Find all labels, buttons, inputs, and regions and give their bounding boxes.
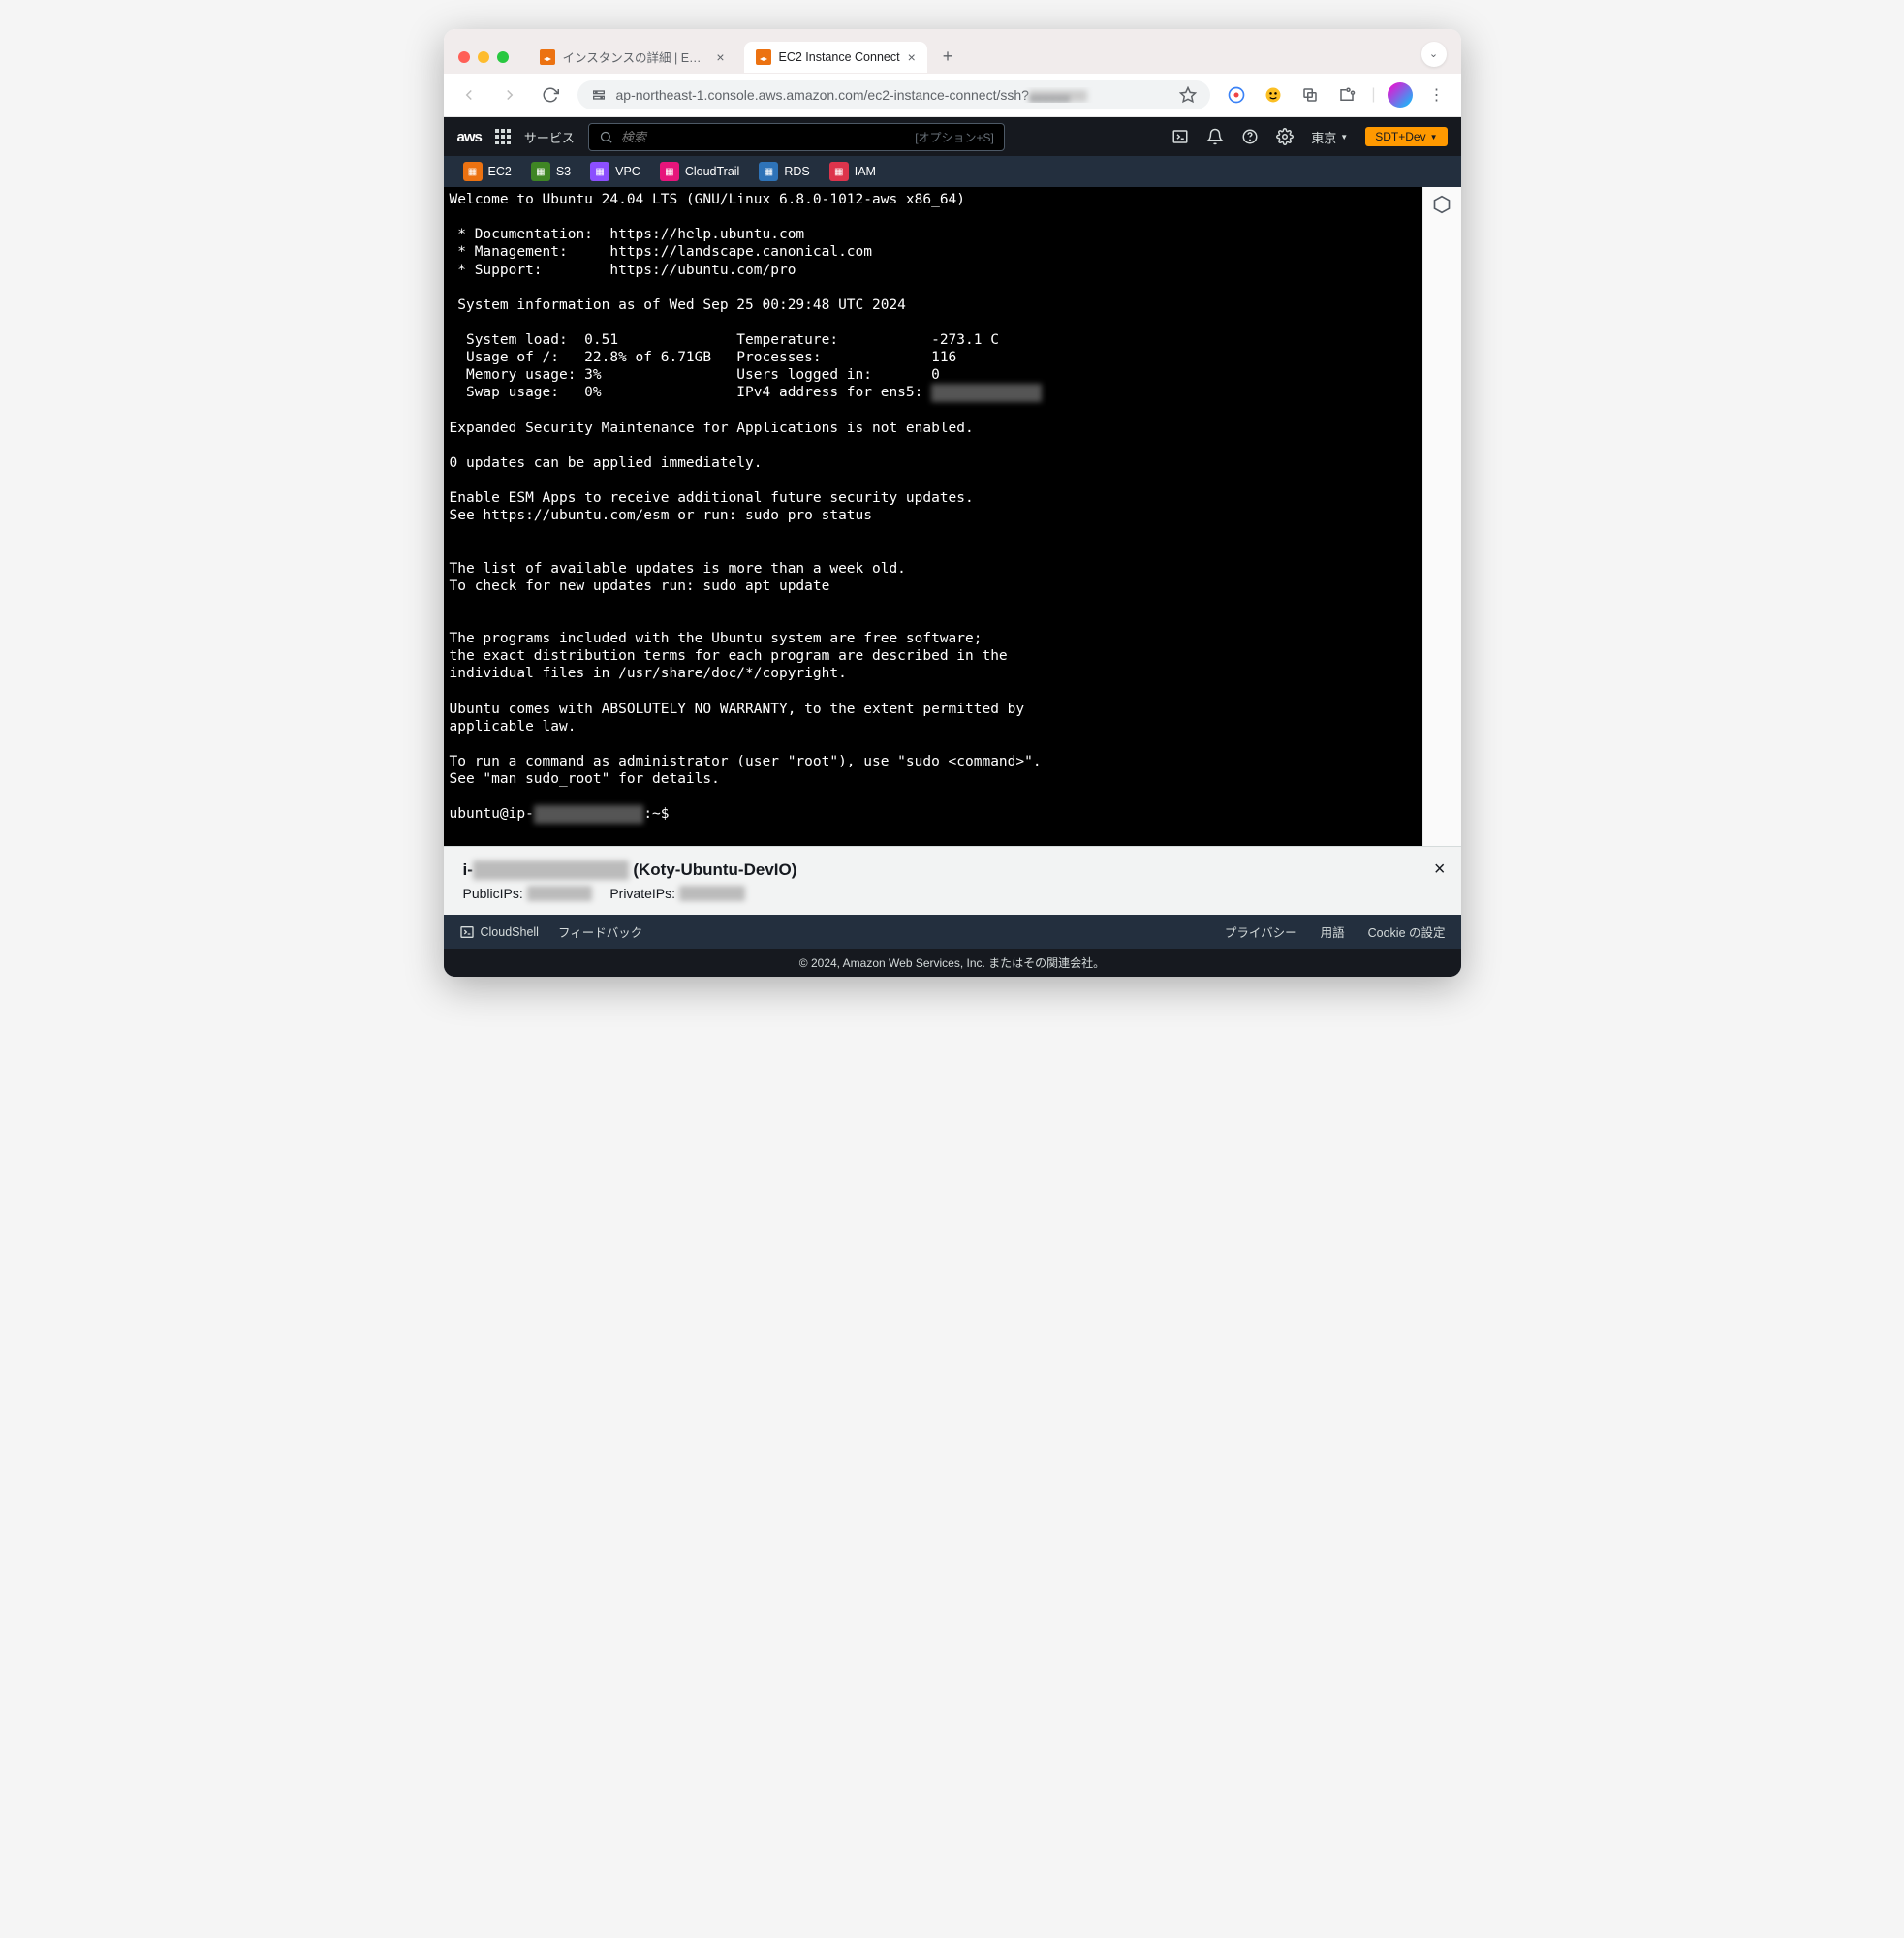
service-shortcuts: ▦EC2▦S3▦VPC▦CloudTrail▦RDS▦IAM [444, 156, 1461, 187]
tab-instance-connect[interactable]: EC2 Instance Connect × [744, 42, 927, 73]
extension-icon-1[interactable] [1224, 82, 1249, 108]
close-window-button[interactable] [458, 51, 470, 63]
vpc-icon: ▦ [590, 162, 609, 181]
terms-link[interactable]: 用語 [1321, 922, 1345, 941]
tab-title: EC2 Instance Connect [779, 50, 900, 64]
close-panel-button[interactable]: × [1434, 859, 1446, 881]
tab-ec2-details[interactable]: インスタンスの詳細 | EC2 | ap-n × [528, 40, 736, 74]
settings-icon[interactable] [1276, 128, 1294, 145]
close-icon[interactable]: × [716, 49, 724, 65]
cloudtrail-icon: ▦ [660, 162, 679, 181]
aws-favicon-icon [756, 49, 771, 65]
new-tab-button[interactable]: + [935, 43, 961, 71]
search-input[interactable] [621, 130, 907, 144]
notifications-icon[interactable] [1206, 128, 1224, 145]
profile-avatar[interactable] [1388, 82, 1413, 108]
rds-icon: ▦ [759, 162, 778, 181]
role-selector[interactable]: SDT+Dev [1365, 127, 1447, 146]
cookie-link[interactable]: Cookie の設定 [1368, 922, 1446, 941]
back-button[interactable] [455, 81, 483, 109]
feedback-link[interactable]: フィードバック [558, 922, 642, 941]
right-rail [1422, 187, 1461, 846]
ec2-icon: ▦ [463, 162, 483, 181]
tabs-dropdown-button[interactable]: ⌄ [1421, 42, 1447, 67]
terminal[interactable]: Welcome to Ubuntu 24.04 LTS (GNU/Linux 6… [444, 187, 1422, 846]
browser-toolbar: | ⋮ [1224, 82, 1449, 108]
tab-title: インスタンスの詳細 | EC2 | ap-n [563, 47, 709, 66]
service-link-s3[interactable]: ▦S3 [523, 158, 578, 185]
service-link-ec2[interactable]: ▦EC2 [455, 158, 519, 185]
aws-search-box[interactable]: [オプション+S] [588, 123, 1005, 151]
search-icon [599, 130, 613, 144]
instance-title: i-xxxxxxxxxxxxxxxxx (Koty-Ubuntu-DevIO) [463, 860, 1442, 880]
cloudshell-link[interactable]: CloudShell [459, 924, 539, 940]
instance-ips: PublicIPs: xx.xx.xx.xx PrivateIPs: xx.xx… [463, 886, 1442, 901]
iam-icon: ▦ [829, 162, 849, 181]
instance-info-panel: × i-xxxxxxxxxxxxxxxxx (Koty-Ubuntu-DevIO… [444, 846, 1461, 915]
forward-button[interactable] [496, 81, 523, 109]
address-bar: ap-northeast-1.console.aws.amazon.com/ec… [444, 74, 1461, 117]
url-input[interactable]: ap-northeast-1.console.aws.amazon.com/ec… [577, 80, 1211, 109]
star-icon[interactable] [1179, 86, 1197, 104]
service-link-vpc[interactable]: ▦VPC [582, 158, 648, 185]
service-link-cloudtrail[interactable]: ▦CloudTrail [652, 158, 748, 185]
reload-button[interactable] [537, 81, 564, 109]
copyright: © 2024, Amazon Web Services, Inc. またはその関… [444, 949, 1461, 977]
close-icon[interactable]: × [908, 49, 916, 65]
tab-strip: インスタンスの詳細 | EC2 | ap-n × EC2 Instance Co… [444, 29, 1461, 74]
minimize-window-button[interactable] [478, 51, 489, 63]
help-icon[interactable] [1241, 128, 1259, 145]
aws-footer: CloudShell フィードバック プライバシー 用語 Cookie の設定 … [444, 915, 1461, 977]
service-link-rds[interactable]: ▦RDS [751, 158, 817, 185]
extensions-icon[interactable] [1334, 82, 1359, 108]
browser-window: インスタンスの詳細 | EC2 | ap-n × EC2 Instance Co… [444, 29, 1461, 977]
extension-icon-2[interactable] [1261, 82, 1286, 108]
aws-logo[interactable]: aws [457, 129, 482, 145]
cloudshell-icon[interactable] [1171, 128, 1189, 145]
url-text: ap-northeast-1.console.aws.amazon.com/ec… [616, 87, 1170, 103]
services-grid-icon[interactable] [495, 129, 511, 144]
aws-header: aws サービス [オプション+S] 東京▼ SDT+Dev [444, 117, 1461, 156]
region-selector[interactable]: 東京▼ [1311, 128, 1348, 146]
copy-icon[interactable] [1297, 82, 1323, 108]
kebab-menu-icon[interactable]: ⋮ [1424, 82, 1450, 108]
s3-icon: ▦ [531, 162, 550, 181]
main-area: Welcome to Ubuntu 24.04 LTS (GNU/Linux 6… [444, 187, 1461, 846]
privacy-link[interactable]: プライバシー [1225, 922, 1297, 941]
aws-favicon-icon [540, 49, 555, 65]
maximize-window-button[interactable] [497, 51, 509, 63]
services-label[interactable]: サービス [524, 128, 575, 146]
hexagon-icon[interactable] [1432, 195, 1451, 214]
search-hint: [オプション+S] [915, 129, 994, 145]
window-controls [458, 51, 509, 63]
site-settings-icon[interactable] [591, 87, 607, 103]
service-link-iam[interactable]: ▦IAM [822, 158, 884, 185]
